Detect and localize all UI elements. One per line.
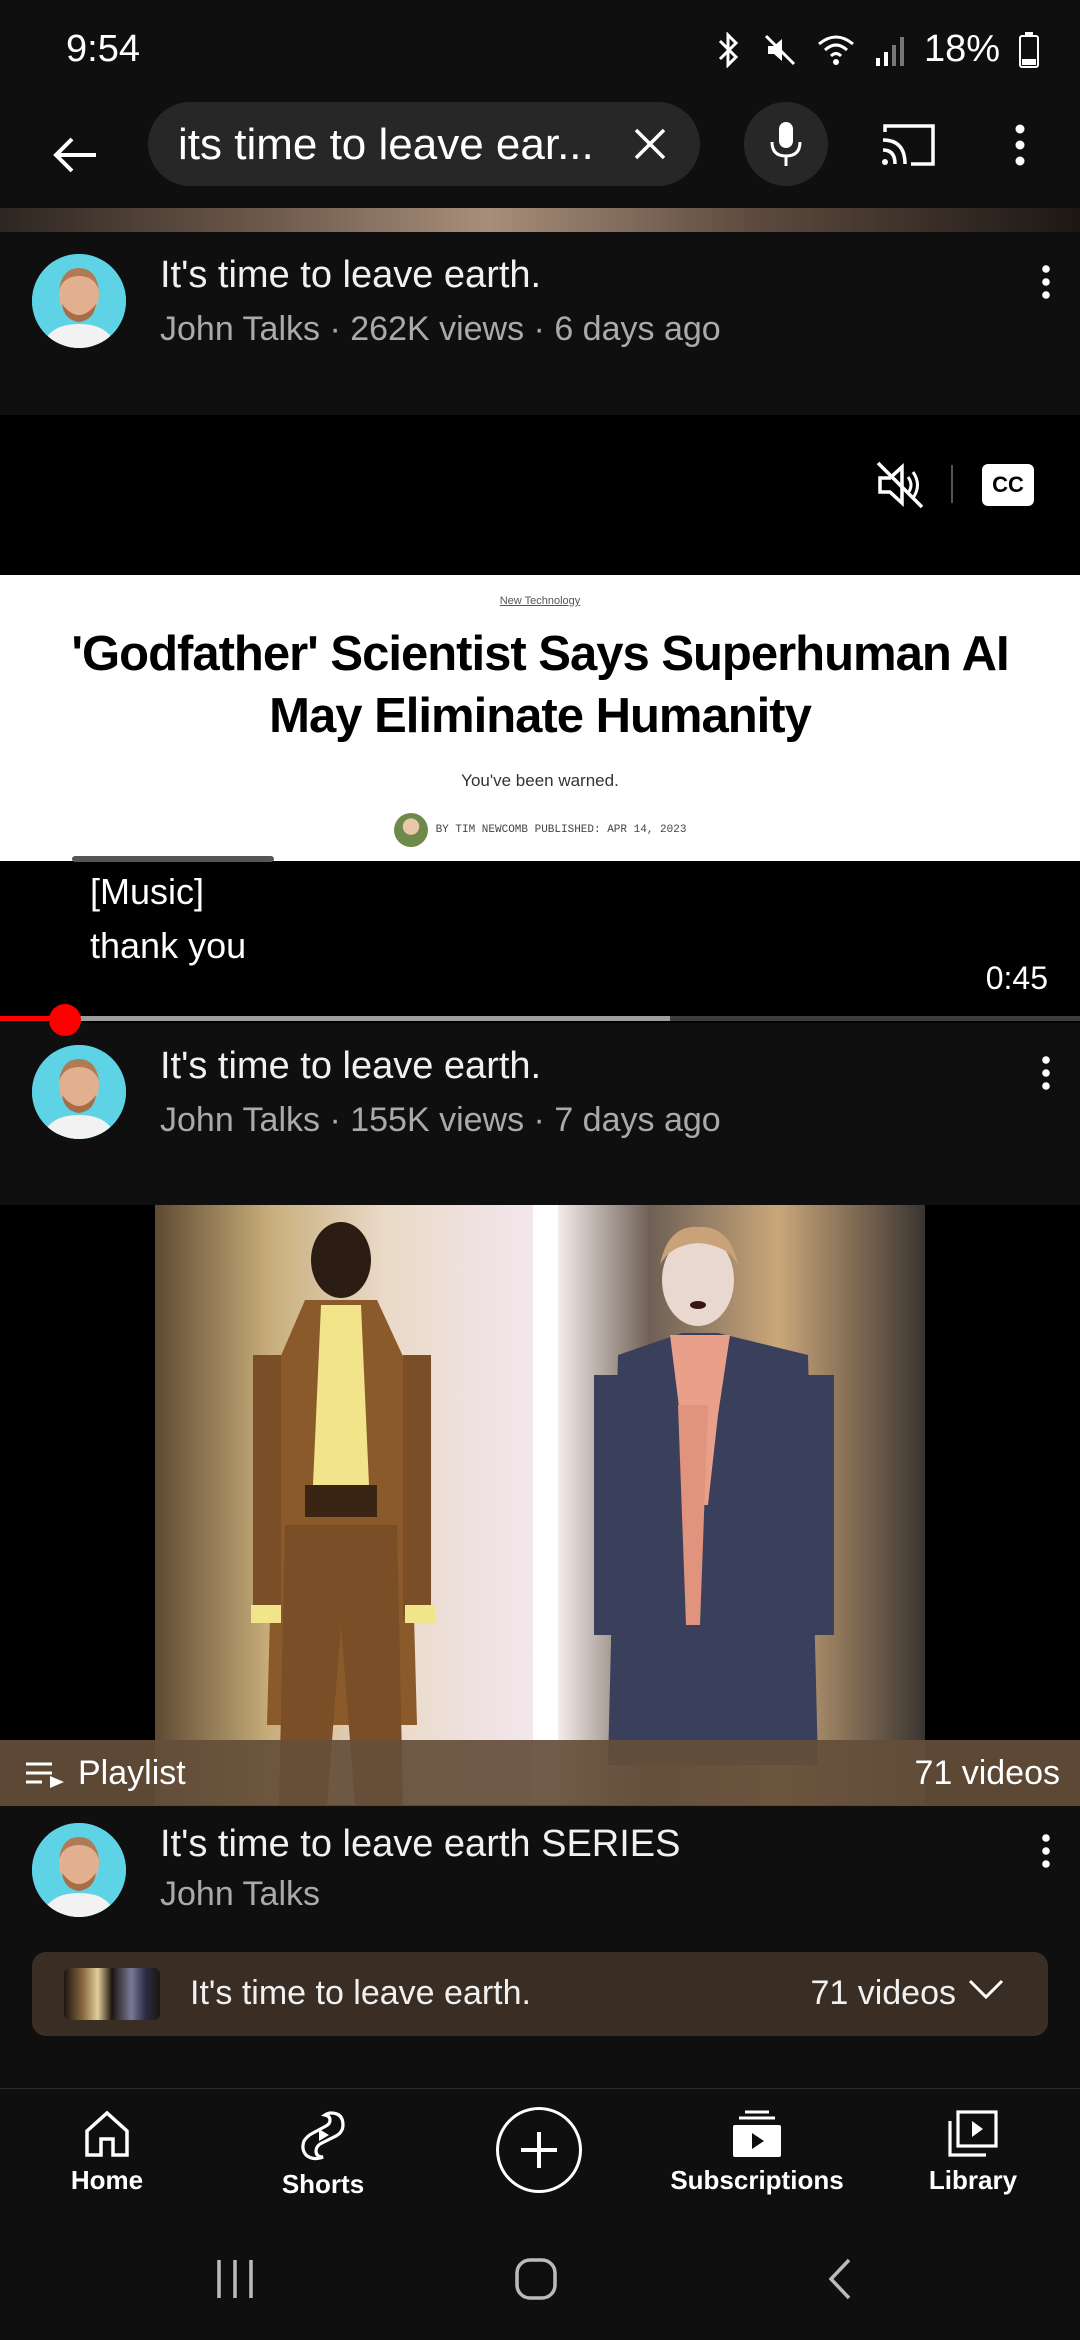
bluetooth-icon bbox=[718, 31, 739, 68]
captions-button[interactable]: CC bbox=[976, 453, 1040, 517]
home-system-icon bbox=[515, 2258, 557, 2300]
progress-buffered bbox=[0, 1016, 670, 1021]
back-button[interactable] bbox=[40, 120, 110, 190]
author-avatar bbox=[393, 813, 428, 847]
status-bar: 9:54 18% bbox=[0, 0, 1080, 100]
back-system-button[interactable] bbox=[810, 2256, 870, 2302]
more-options-button[interactable] bbox=[990, 110, 1050, 180]
chevron-down-icon bbox=[968, 1979, 1004, 2000]
battery-percent: 18% bbox=[923, 28, 1000, 70]
mute-toggle-button[interactable] bbox=[868, 453, 932, 517]
video-item[interactable]: It's time to leave earth. John Talks · 1… bbox=[0, 1023, 1080, 1173]
article-kicker: New Technology bbox=[499, 595, 581, 607]
more-vert-icon bbox=[1015, 124, 1025, 166]
nav-home[interactable]: Home bbox=[12, 2109, 202, 2196]
article-headline: 'Godfather' Scientist Says Superhuman AI… bbox=[71, 627, 1009, 743]
playlist-thumbnail[interactable]: Playlist 71 videos bbox=[0, 1205, 1080, 1806]
plus-icon bbox=[521, 2132, 557, 2168]
previous-video-thumbnail[interactable] bbox=[0, 208, 1080, 232]
nav-shorts-label: Shorts bbox=[281, 2169, 365, 2199]
playlist-expand-chip[interactable]: It's time to leave earth. 71 videos bbox=[32, 1952, 1048, 2036]
caption-line: [Music] bbox=[90, 871, 205, 912]
wifi-icon bbox=[817, 35, 854, 65]
progress-bar[interactable] bbox=[0, 1016, 1080, 1021]
video-menu-button[interactable] bbox=[1026, 252, 1066, 312]
chip-video-count: 71 videos bbox=[810, 1974, 956, 2012]
video-menu-button[interactable] bbox=[1026, 1043, 1066, 1103]
nav-home-label: Home bbox=[70, 2165, 144, 2195]
thumbnail-photo-left bbox=[155, 1205, 533, 1805]
recent-apps-button[interactable] bbox=[205, 2256, 265, 2302]
back-system-icon bbox=[828, 2258, 851, 2300]
create-button[interactable] bbox=[496, 2107, 582, 2193]
article-byline: BY TIM NEWCOMB PUBLISHED: APR 14, 2023 bbox=[0, 813, 1080, 847]
library-icon bbox=[948, 2110, 998, 2157]
more-vert-icon bbox=[1042, 265, 1050, 299]
nav-library[interactable]: Library bbox=[878, 2109, 1068, 2196]
subscriptions-icon bbox=[733, 2110, 781, 2157]
video-item[interactable]: It's time to leave earth. John Talks · 2… bbox=[0, 232, 1080, 382]
playlist-menu-button[interactable] bbox=[1026, 1821, 1066, 1881]
microphone-icon bbox=[770, 122, 802, 166]
playlist-item[interactable]: It's time to leave earth SERIES John Tal… bbox=[0, 1805, 1080, 1955]
nav-subscriptions-label: Subscriptions bbox=[670, 2165, 844, 2195]
close-icon bbox=[634, 128, 666, 160]
search-input[interactable]: its time to leave ear... bbox=[148, 102, 700, 186]
article-dek: You've been warned. bbox=[461, 771, 619, 790]
nav-shorts[interactable]: Shorts bbox=[228, 2109, 418, 2200]
mute-icon bbox=[764, 34, 795, 65]
channel-avatar[interactable] bbox=[32, 1823, 126, 1917]
channel-avatar[interactable] bbox=[32, 1045, 126, 1139]
article-byline-text: BY TIM NEWCOMB PUBLISHED: APR 14, 2023 bbox=[435, 824, 687, 836]
nav-subscriptions[interactable]: Subscriptions bbox=[662, 2109, 852, 2196]
search-header: its time to leave ear... bbox=[0, 100, 1080, 210]
status-icons: 18% bbox=[714, 28, 1040, 71]
search-query[interactable]: its time to leave ear... bbox=[178, 120, 598, 170]
more-vert-icon bbox=[1042, 1834, 1050, 1868]
voice-search-button[interactable] bbox=[744, 102, 828, 186]
video-title[interactable]: It's time to leave earth. bbox=[160, 254, 541, 297]
bottom-navigation: Home Shorts Subscriptions Library bbox=[0, 2088, 1080, 2218]
video-metadata: John Talks · 262K views · 6 days ago bbox=[160, 310, 721, 348]
thumbnail-photo-right bbox=[558, 1205, 925, 1805]
thumbnail-divider bbox=[533, 1205, 558, 1805]
player-controls-divider bbox=[951, 465, 953, 503]
status-time: 9:54 bbox=[66, 28, 140, 70]
video-metadata: John Talks · 155K views · 7 days ago bbox=[160, 1101, 721, 1139]
closed-captions-icon: CC bbox=[982, 464, 1034, 506]
nav-library-label: Library bbox=[928, 2165, 1018, 2195]
video-title[interactable]: It's time to leave earth. bbox=[160, 1045, 541, 1088]
playlist-overlay-bar: Playlist 71 videos bbox=[0, 1740, 1080, 1806]
playlist-channel[interactable]: John Talks bbox=[160, 1875, 320, 1914]
system-navigation-bar bbox=[0, 2218, 1080, 2340]
video-frame-article: New Technology 'Godfather' Scientist Say… bbox=[0, 575, 1080, 861]
battery-icon bbox=[1019, 31, 1039, 68]
cast-icon bbox=[882, 124, 935, 166]
playlist-title[interactable]: It's time to leave earth SERIES bbox=[160, 1823, 680, 1866]
arrow-left-icon bbox=[53, 137, 96, 173]
playlist-icon bbox=[26, 1762, 64, 1788]
chip-thumbnail bbox=[64, 1968, 160, 2020]
seek-preview-tab bbox=[72, 856, 274, 862]
time-remaining: 0:45 bbox=[985, 960, 1048, 996]
home-system-button[interactable] bbox=[506, 2256, 566, 2302]
caption-line: thank you bbox=[90, 925, 247, 966]
captions-text: [Music] thank you bbox=[90, 865, 246, 973]
playlist-label: Playlist bbox=[78, 1754, 186, 1792]
cast-button[interactable] bbox=[868, 110, 948, 180]
recent-apps-icon bbox=[217, 2260, 253, 2298]
playlist-video-count: 71 videos bbox=[914, 1754, 1060, 1792]
signal-icon bbox=[875, 36, 904, 66]
shorts-icon bbox=[301, 2111, 345, 2161]
inline-video-player[interactable]: CC New Technology 'Godfather' Scientist … bbox=[0, 415, 1080, 1023]
volume-off-icon bbox=[876, 461, 924, 509]
channel-avatar[interactable] bbox=[32, 254, 126, 348]
home-icon bbox=[85, 2110, 129, 2157]
chip-video-title: It's time to leave earth. bbox=[190, 1974, 531, 2012]
more-vert-icon bbox=[1042, 1056, 1050, 1090]
clear-search-button[interactable] bbox=[624, 118, 676, 170]
